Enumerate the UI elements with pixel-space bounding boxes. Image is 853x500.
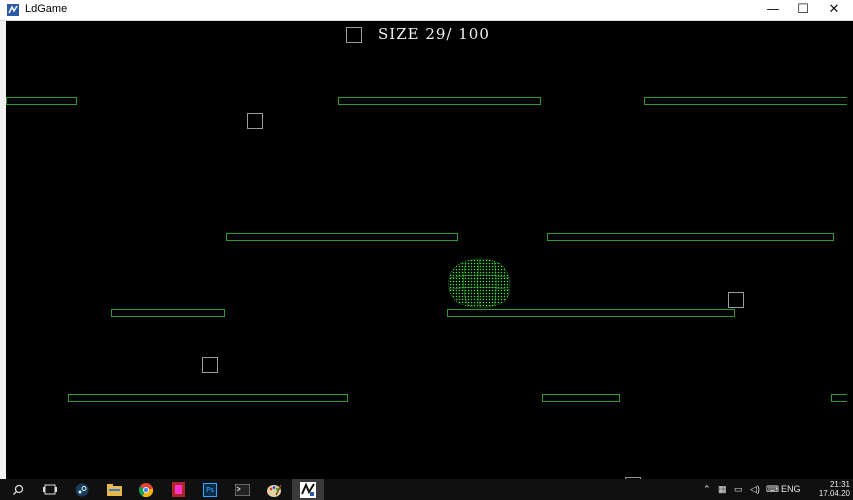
file-explorer-icon[interactable] (98, 479, 130, 500)
photoshop-label: Ps (203, 482, 217, 497)
keyboard-icon[interactable]: ⌨ (766, 479, 779, 500)
language-indicator[interactable]: ENG (781, 479, 801, 500)
game-canvas[interactable]: SIZE 29/ 100 (6, 21, 847, 479)
platform (6, 97, 77, 105)
chevron-up-icon[interactable]: ⌃ (703, 479, 711, 500)
platform (338, 97, 541, 105)
collectible-box (247, 113, 263, 129)
platform (447, 309, 735, 317)
platform (68, 394, 348, 402)
search-icon[interactable] (2, 479, 34, 500)
window-title: LdGame (25, 3, 68, 15)
chrome-icon[interactable] (130, 479, 162, 500)
steam-icon[interactable] (66, 479, 98, 500)
clock-date: 17.04.20 (818, 489, 850, 498)
taskbar: Ps ⌃ ▦ ▭ ◁) ⌨ ENG 21:31 17.04.20 (0, 479, 853, 500)
platform (542, 394, 620, 402)
paint-icon[interactable] (258, 479, 290, 500)
size-counter-text: SIZE 29/ 100 (378, 25, 490, 43)
close-button[interactable]: ✕ (819, 0, 849, 20)
ldgame-icon[interactable] (292, 479, 324, 500)
network-icon[interactable]: ▦ (718, 479, 727, 500)
system-clock[interactable]: 21:31 17.04.20 (819, 480, 850, 498)
player-blob (448, 258, 511, 308)
battery-icon[interactable]: ▭ (734, 479, 743, 500)
collectible-icon (346, 27, 362, 43)
maximize-button[interactable]: ☐ (788, 0, 818, 20)
app-icon (7, 4, 19, 16)
collectible-box (202, 357, 218, 373)
speaker-icon[interactable]: ◁) (750, 479, 760, 500)
platform (547, 233, 834, 241)
window-right-edge (847, 21, 853, 479)
window-titlebar[interactable]: LdGame — ☐ ✕ (0, 0, 853, 21)
platform (831, 394, 847, 402)
collectible-box (728, 292, 744, 308)
platform (111, 309, 225, 317)
media-player-icon[interactable] (162, 479, 194, 500)
platform (226, 233, 458, 241)
minimize-button[interactable]: — (758, 0, 788, 20)
task-view-icon[interactable] (34, 479, 66, 500)
platform (644, 97, 847, 105)
terminal-icon[interactable] (226, 479, 258, 500)
clock-time: 21:31 (829, 480, 850, 489)
photoshop-icon[interactable]: Ps (194, 479, 226, 500)
